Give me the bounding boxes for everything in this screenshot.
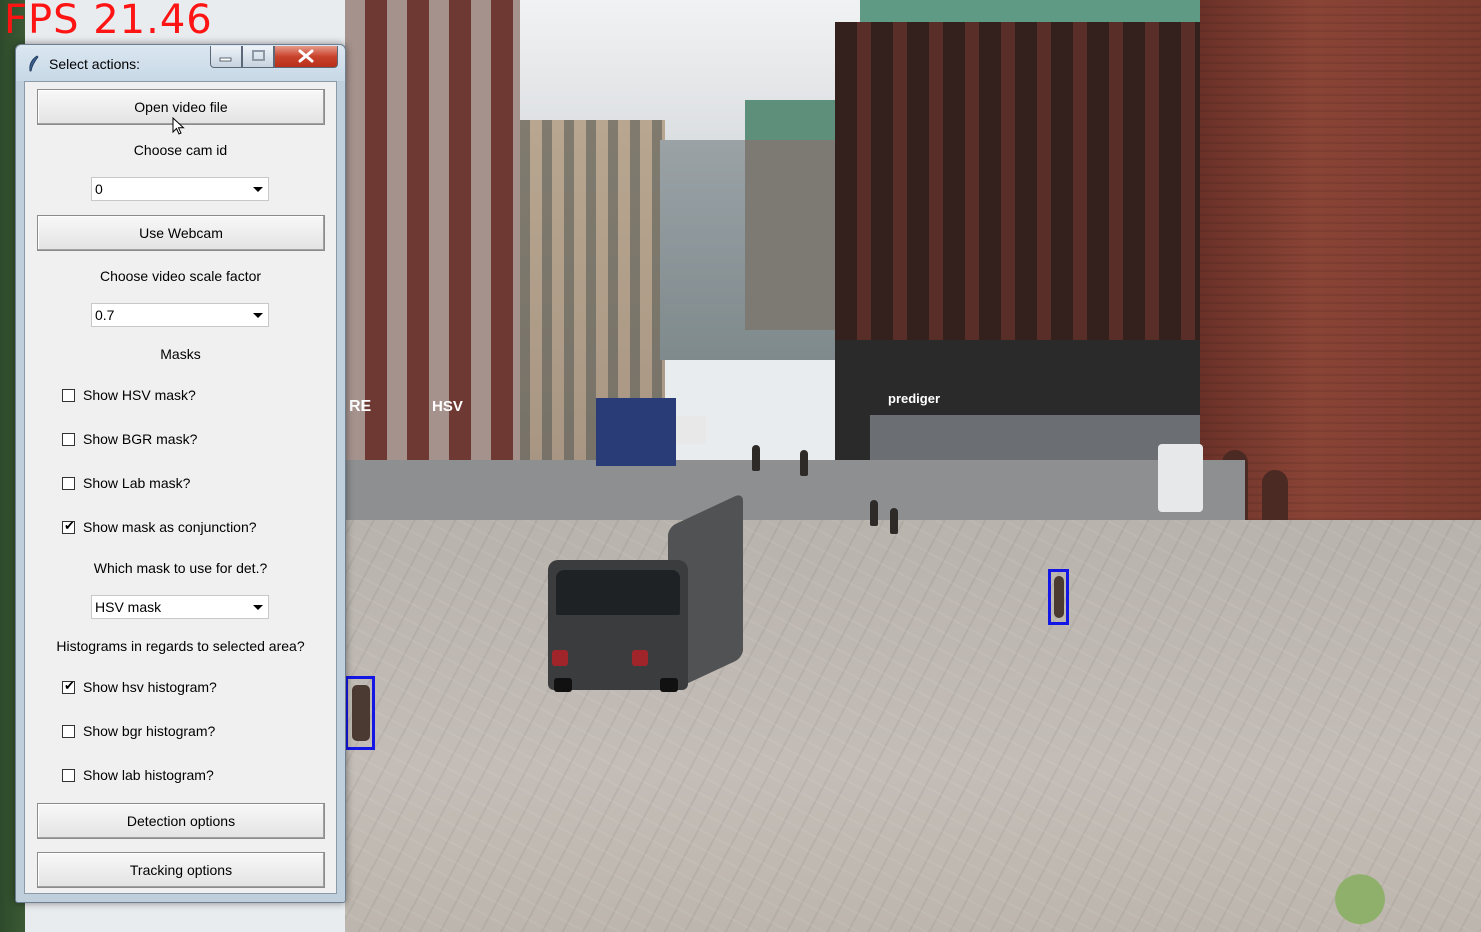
minimize-button[interactable]: [210, 46, 242, 68]
close-icon: [298, 49, 314, 63]
detection-box: [1048, 569, 1069, 625]
bus: [548, 492, 748, 693]
feather-icon: [29, 55, 39, 72]
office-building: [835, 22, 1255, 342]
bus-light: [632, 650, 648, 666]
chevron-down-icon: [253, 605, 263, 610]
cam-id-select[interactable]: 0: [91, 177, 269, 201]
checkbox-box[interactable]: ✔: [62, 518, 75, 534]
checkbox-label: Show Lab mask?: [83, 475, 191, 491]
bus-wheel: [554, 678, 572, 692]
checkbox-box[interactable]: [62, 433, 75, 446]
cam-id-value: 0: [95, 181, 103, 197]
title-bar[interactable]: Select actions:: [16, 45, 345, 81]
close-button[interactable]: [274, 46, 338, 68]
checkbox-box[interactable]: [62, 769, 75, 782]
checkmark-icon: ✔: [64, 678, 75, 693]
detection-box: [345, 676, 375, 750]
fps-counter: FPS 21.46: [4, 0, 213, 43]
tree: [1310, 850, 1410, 932]
maximize-icon: [252, 50, 265, 61]
chevron-down-icon: [253, 313, 263, 318]
pedestrian: [870, 500, 878, 526]
van: [1158, 444, 1203, 512]
detection-options-button[interactable]: Detection options: [37, 803, 325, 839]
truck-trailer: [676, 416, 706, 444]
checkbox-label: Show hsv histogram?: [83, 679, 217, 695]
checkbox-label: Show BGR mask?: [83, 431, 198, 447]
mouse-cursor-icon: [172, 117, 185, 135]
histograms-heading: Histograms in regards to selected area?: [56, 638, 305, 654]
chevron-down-icon: [253, 187, 263, 192]
scale-factor-label: Choose video scale factor: [99, 268, 262, 284]
checkmark-icon: ✔: [64, 518, 75, 533]
scale-factor-value: 0.7: [95, 307, 115, 323]
checkbox-box[interactable]: [62, 389, 75, 402]
tracking-options-button[interactable]: Tracking options: [37, 852, 325, 888]
scale-factor-select[interactable]: 0.7: [91, 303, 269, 327]
detection-mask-value: HSV mask: [95, 599, 162, 615]
cam-id-label: Choose cam id: [133, 142, 228, 158]
detection-mask-label: Which mask to use for det.?: [93, 560, 268, 576]
minimize-icon: [219, 57, 232, 62]
detected-person: [1054, 576, 1064, 618]
checkbox-label: Show lab histogram?: [83, 767, 214, 783]
detection-mask-select[interactable]: HSV mask: [91, 595, 269, 619]
checkbox-label: Show bgr histogram?: [83, 723, 216, 739]
masks-heading: Masks: [160, 346, 201, 362]
cyclist: [752, 445, 760, 471]
checkbox-box[interactable]: ✔: [62, 678, 75, 694]
truck: [596, 398, 676, 466]
checkbox-box[interactable]: [62, 725, 75, 738]
window-content: Open video file Choose cam id 0 Use Webc…: [24, 81, 337, 894]
bus-light: [552, 650, 568, 666]
detected-person: [352, 685, 370, 741]
window-title: Select actions:: [49, 56, 141, 72]
select-actions-window: Select actions: Open video file Choose c…: [15, 44, 346, 903]
maximize-button[interactable]: [242, 46, 274, 68]
left-sign-1: RE: [349, 398, 372, 415]
use-webcam-button[interactable]: Use Webcam: [37, 215, 325, 251]
cyclist: [800, 450, 808, 476]
left-sign-2: HSV: [432, 398, 463, 415]
checkbox-label: Show mask as conjunction?: [83, 519, 257, 535]
checkbox-label: Show HSV mask?: [83, 387, 196, 403]
bus-windshield: [556, 570, 680, 615]
shop-sign: prediger: [888, 391, 941, 406]
bus-wheel: [660, 678, 678, 692]
checkbox-box[interactable]: [62, 477, 75, 490]
pedestrian: [890, 508, 898, 534]
